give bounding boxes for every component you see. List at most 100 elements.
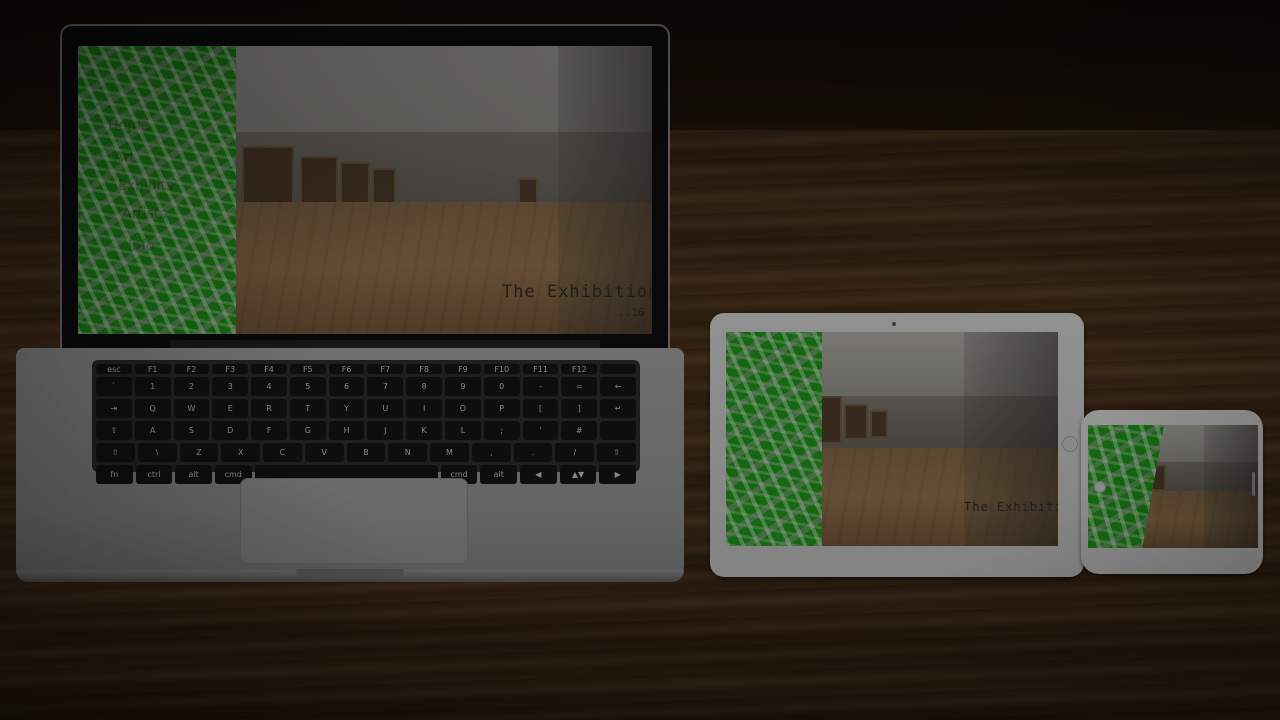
painting <box>372 168 396 204</box>
keyboard-key[interactable]: F3 <box>212 364 249 374</box>
keyboard-key[interactable]: alt <box>175 465 212 484</box>
camera-icon <box>892 322 896 326</box>
keyboard-key[interactable]: T <box>289 399 326 418</box>
keyboard-key[interactable]: B <box>346 443 386 462</box>
keyboard-key[interactable]: F2 <box>173 364 210 374</box>
keyboard-key[interactable]: F <box>251 421 287 440</box>
keyboard-key[interactable]: V <box>304 443 344 462</box>
strip-link-art[interactable]: Art <box>114 150 135 166</box>
keyboard-key[interactable]: 8 <box>406 377 443 396</box>
green-foil-strip: Home Art Exhibits Artists Info <box>78 46 236 334</box>
home-button-icon[interactable] <box>1062 436 1078 452</box>
keyboard-key[interactable]: 4 <box>251 377 287 396</box>
keyboard-key[interactable]: \ <box>137 443 177 462</box>
keyboard-key[interactable]: . <box>513 443 553 462</box>
keyboard-key[interactable]: L <box>445 421 481 440</box>
keyboard-key[interactable]: / <box>555 443 595 462</box>
keyboard-key[interactable]: 1 <box>134 377 171 396</box>
exhibition-title: The Exhibition <box>964 500 1058 514</box>
keyboard-key[interactable]: esc <box>96 364 132 374</box>
keyboard-key[interactable]: D <box>212 421 249 440</box>
gallery-column <box>1204 425 1258 548</box>
keyboard-key[interactable]: F5 <box>289 364 326 374</box>
keyboard-key[interactable]: Q <box>134 399 171 418</box>
keyboard-key[interactable]: ctrl <box>135 465 173 484</box>
phone-speaker <box>1252 472 1255 496</box>
strip-link-info[interactable]: Info <box>128 238 155 254</box>
strip-link-artists[interactable]: Artists <box>122 206 167 222</box>
keyboard-key[interactable]: ↵ <box>600 399 636 418</box>
keyboard-key[interactable]: 2 <box>173 377 210 396</box>
keyboard-key[interactable]: U <box>367 399 404 418</box>
keyboard-key[interactable]: X <box>221 443 261 462</box>
exhibition-title: The Exhibition <box>502 282 652 302</box>
keyboard-key[interactable]: ] <box>561 399 598 418</box>
keyboard-key[interactable]: ⇪ <box>96 421 132 440</box>
keyboard-key[interactable]: F7 <box>367 364 404 374</box>
device-mockup-scene: Home Art Exhibits Artists Info The Exhib… <box>0 0 1280 720</box>
trackpad <box>240 478 468 564</box>
keyboard-key[interactable]: [ <box>522 399 559 418</box>
keyboard-key[interactable]: ; <box>483 421 520 440</box>
keyboard-key[interactable]: ← <box>600 377 636 396</box>
keyboard-key[interactable]: G <box>289 421 326 440</box>
keyboard-key[interactable]: ◀ <box>520 465 557 484</box>
keyboard-key[interactable]: I <box>406 399 443 418</box>
keyboard-key[interactable]: ▶ <box>599 465 636 484</box>
keyboard-row: ⇥ Q W E R T Y U I O P[] ↵ <box>96 399 636 418</box>
keyboard-key[interactable]: S <box>173 421 210 440</box>
keyboard-key[interactable]: C <box>263 443 302 462</box>
laptop-screen: Home Art Exhibits Artists Info The Exhib… <box>78 46 652 334</box>
keyboard-key[interactable]: J <box>367 421 404 440</box>
keyboard-key[interactable]: E <box>212 399 249 418</box>
keyboard-key[interactable]: F6 <box>328 364 365 374</box>
keyboard-key[interactable]: = <box>561 377 598 396</box>
phone-screen <box>1088 425 1258 548</box>
keyboard-key[interactable]: M <box>430 443 469 462</box>
keyboard-key[interactable]: N <box>388 443 428 462</box>
strip-link-home[interactable]: Home <box>108 118 149 134</box>
keyboard-key[interactable]: ' <box>522 421 559 440</box>
keyboard-key[interactable]: 9 <box>445 377 481 396</box>
green-foil-strip <box>726 332 822 546</box>
keyboard-key[interactable]: F12 <box>561 364 598 374</box>
painting <box>844 404 868 440</box>
keyboard-key[interactable]: K <box>406 421 443 440</box>
keyboard-key[interactable]: F11 <box>522 364 559 374</box>
keyboard-row: ⇧ \ Z X C V B N M,. / ⇧ <box>96 443 636 462</box>
keyboard-key[interactable]: F4 <box>251 364 287 374</box>
keyboard-key[interactable]: 3 <box>212 377 249 396</box>
keyboard-key[interactable]: R <box>251 399 287 418</box>
keyboard-key[interactable]: H <box>328 421 365 440</box>
keyboard-key[interactable]: ⇧ <box>96 443 135 462</box>
keyboard-key[interactable]: F10 <box>483 364 520 374</box>
keyboard-key[interactable]: F9 <box>445 364 481 374</box>
keyboard-key[interactable]: ` <box>96 377 132 396</box>
keyboard-key[interactable]: W <box>173 399 210 418</box>
keyboard-key[interactable]: - <box>522 377 559 396</box>
keyboard-key[interactable]: ▲▼ <box>559 465 597 484</box>
strip-link-exhibits[interactable]: Exhibits <box>118 178 173 194</box>
keyboard-key[interactable]: F8 <box>406 364 443 374</box>
keyboard-key[interactable]: alt <box>480 465 518 484</box>
keyboard-key[interactable] <box>600 364 636 374</box>
keyboard-key[interactable] <box>600 421 636 440</box>
painting <box>870 410 888 438</box>
keyboard-key[interactable]: Y <box>328 399 365 418</box>
keyboard-key[interactable]: A <box>134 421 171 440</box>
keyboard-key[interactable]: O <box>445 399 481 418</box>
keyboard-key[interactable]: P <box>483 399 520 418</box>
keyboard-key[interactable]: # <box>561 421 598 440</box>
keyboard-key[interactable]: 5 <box>289 377 326 396</box>
keyboard-key[interactable]: 0 <box>483 377 520 396</box>
keyboard-key[interactable]: 7 <box>367 377 404 396</box>
keyboard-key[interactable]: Z <box>179 443 219 462</box>
keyboard-key[interactable]: ⇧ <box>597 443 636 462</box>
keyboard-key[interactable]: 6 <box>328 377 365 396</box>
keyboard-key[interactable]: F1 <box>134 364 171 374</box>
keyboard-key[interactable]: ⇥ <box>96 399 132 418</box>
keyboard-row: esc F1 F2 F3 F4 F5 F6 F7 F8 F9 F10 F11 F12 <box>96 364 636 374</box>
keyboard-key[interactable]: , <box>471 443 511 462</box>
keyboard-key[interactable]: fn <box>96 465 133 484</box>
home-button-icon[interactable] <box>1094 481 1106 493</box>
